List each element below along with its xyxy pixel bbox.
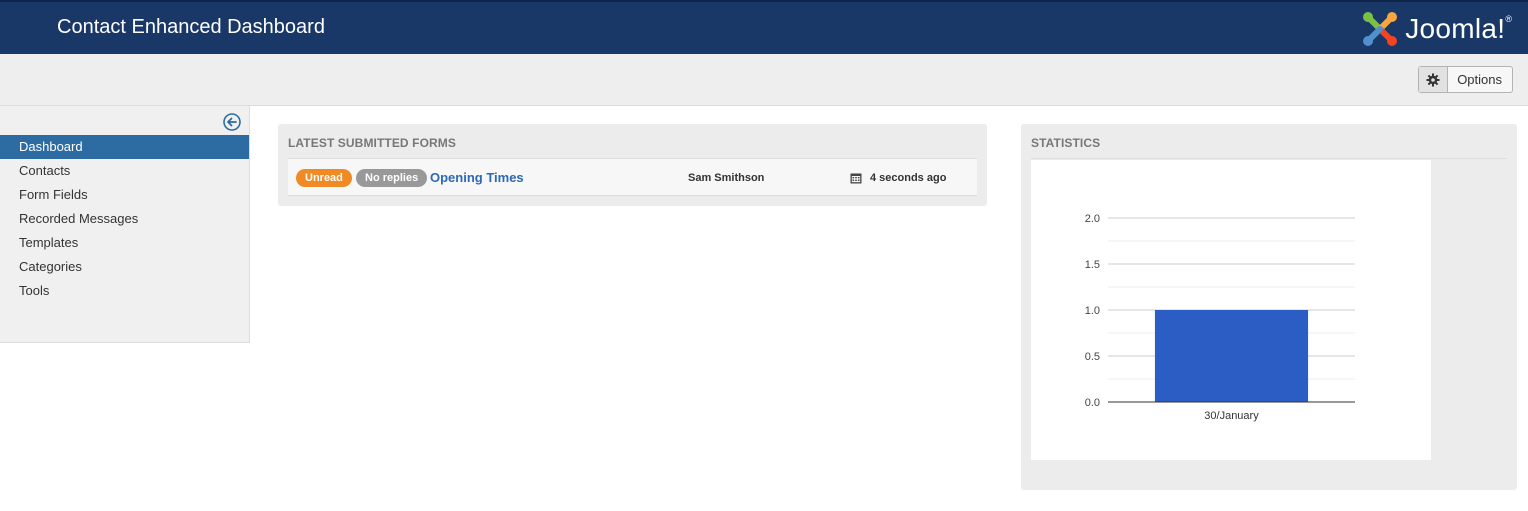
sidebar-item-contacts[interactable]: Contacts — [0, 159, 249, 183]
options-button[interactable]: Options — [1418, 66, 1513, 93]
sidebar-item-tools[interactable]: Tools — [0, 279, 249, 303]
sidebar: Dashboard Contacts Form Fields Recorded … — [0, 106, 250, 343]
sidebar-item-dashboard[interactable]: Dashboard — [0, 135, 249, 159]
toolbar: Options — [0, 54, 1528, 106]
y-tick-label: 0.5 — [1085, 351, 1100, 363]
page-title: Contact Enhanced Dashboard — [57, 16, 325, 38]
gear-icon — [1419, 67, 1449, 92]
sidebar-item-recorded-messages[interactable]: Recorded Messages — [0, 207, 249, 231]
joomla-logo[interactable]: Joomla! ® — [1361, 8, 1512, 50]
y-tick-label: 1.0 — [1085, 305, 1100, 317]
bar — [1154, 310, 1309, 402]
no-replies-badge: No replies — [356, 169, 428, 187]
statistics-panel: STATISTICS 0.0 0.5 1.0 1.5 2.0 30/January — [1021, 124, 1517, 490]
arrow-left-circle-icon[interactable] — [222, 112, 242, 132]
form-row: Unread No replies Opening Times Sam Smit… — [288, 159, 977, 196]
form-sender: Sam Smithson — [688, 172, 765, 184]
y-tick-label: 2.0 — [1085, 213, 1100, 225]
registered-mark: ® — [1505, 14, 1512, 24]
divider — [1031, 158, 1507, 159]
sidebar-item-form-fields[interactable]: Form Fields — [0, 183, 249, 207]
sidebar-item-categories[interactable]: Categories — [0, 255, 249, 279]
options-label: Options — [1457, 72, 1502, 87]
joomla-logo-icon — [1363, 12, 1398, 46]
unread-badge: Unread — [296, 169, 352, 187]
latest-forms-heading: LATEST SUBMITTED FORMS — [288, 136, 456, 150]
statistics-heading: STATISTICS — [1031, 136, 1101, 150]
joomla-logo-text: Joomla! — [1405, 13, 1506, 44]
latest-forms-panel: LATEST SUBMITTED FORMS Unread No replies… — [278, 124, 987, 206]
bar-chart: 0.0 0.5 1.0 1.5 2.0 30/January — [1085, 213, 1355, 422]
header-bar: Contact Enhanced Dashboard Joomla! ® — [0, 0, 1528, 54]
y-tick-label: 0.0 — [1085, 397, 1100, 409]
calendar-icon — [850, 171, 862, 189]
sidebar-nav: Dashboard Contacts Form Fields Recorded … — [0, 135, 249, 303]
sidebar-item-templates[interactable]: Templates — [0, 231, 249, 255]
form-subject-link[interactable]: Opening Times — [430, 170, 524, 185]
y-tick-label: 1.5 — [1085, 259, 1100, 271]
form-time: 4 seconds ago — [870, 172, 947, 184]
statistics-chart: 0.0 0.5 1.0 1.5 2.0 30/January — [1031, 160, 1431, 460]
x-tick-label: 30/January — [1204, 410, 1259, 422]
